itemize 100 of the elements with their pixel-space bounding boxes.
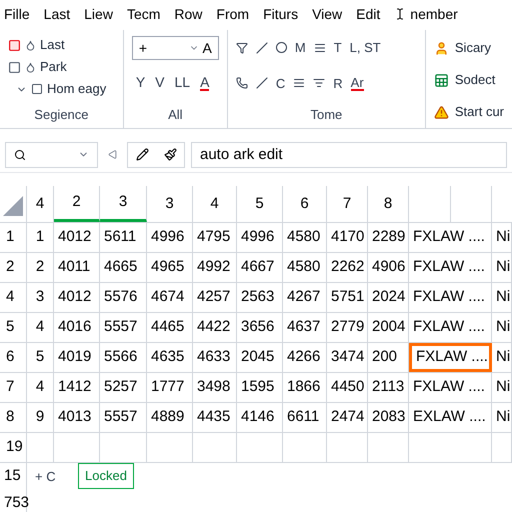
table-cell: 4012 <box>54 283 100 312</box>
table-cell: 4674 <box>147 283 193 312</box>
menu-item[interactable]: nember <box>410 4 458 24</box>
table-cell: 6611 <box>283 403 327 432</box>
table-cell: Ni <box>492 253 512 282</box>
table-cell: 4992 <box>193 253 237 282</box>
ribbon-item[interactable]: Park <box>40 57 67 77</box>
format-button[interactable]: LL <box>174 72 190 93</box>
drop-icon <box>25 40 36 50</box>
row-header[interactable]: 8 <box>0 403 27 432</box>
pencil-icon[interactable] <box>136 148 148 161</box>
formula-field[interactable]: auto ark edit <box>191 142 507 168</box>
column-header[interactable]: 6 <box>283 186 327 222</box>
tool-button[interactable]: T <box>334 38 342 58</box>
slash-icon[interactable] <box>256 77 268 90</box>
table-cell: 2779 <box>327 313 368 342</box>
ribbon-item[interactable]: Start cur <box>454 102 504 122</box>
ribbon-item[interactable]: Last <box>40 35 65 55</box>
row-header[interactable]: 5 <box>0 313 27 342</box>
table-cell: 4996 <box>147 223 193 252</box>
table-cell: 3656 <box>237 313 283 342</box>
table-cell: FXLAW .... <box>409 313 492 342</box>
row-header[interactable]: 753 <box>0 490 27 512</box>
square-icon <box>8 38 21 52</box>
table-cell: 2563 <box>237 283 283 312</box>
menu-item[interactable]: Fiturs <box>263 4 298 24</box>
menu-item[interactable]: View <box>312 4 342 24</box>
ribbon-item[interactable]: Sodect <box>454 70 496 90</box>
format-button[interactable]: Y <box>136 72 146 93</box>
row-header[interactable]: 15 <box>0 463 27 490</box>
table-cell: 4450 <box>327 373 368 402</box>
row-header[interactable]: 19 <box>0 433 27 462</box>
column-header[interactable]: 3 <box>147 186 193 222</box>
table-cell: Ni <box>492 223 512 252</box>
ribbon-item[interactable]: Hom eagy <box>47 79 106 99</box>
select-all-corner[interactable] <box>3 196 23 216</box>
table-cell: 1777 <box>147 373 193 402</box>
column-header[interactable]: 5 <box>237 186 283 222</box>
row-header[interactable]: 4 <box>0 283 27 312</box>
table-cell: FXLAW .... <box>409 253 492 282</box>
menu-item[interactable]: Tecm <box>126 4 160 24</box>
ribbon-item[interactable]: Sicary <box>454 38 492 58</box>
row-header[interactable]: 6 <box>0 343 27 372</box>
brush-icon[interactable] <box>164 148 176 161</box>
tool-button[interactable]: L, ST <box>350 38 381 58</box>
person-icon <box>434 40 449 56</box>
table-cell: FXLAW .... <box>409 343 492 372</box>
column-header[interactable]: 7 <box>327 186 368 222</box>
row-header[interactable]: 2 <box>0 253 27 282</box>
table-cell: Ni <box>492 403 512 432</box>
menu-item[interactable]: Last <box>44 4 70 24</box>
format-button[interactable]: V <box>155 72 165 93</box>
table-cell: FXLAW .... <box>409 283 492 312</box>
table-cell: 3 <box>27 283 54 312</box>
filter-icon[interactable] <box>236 42 248 54</box>
left-triangle-icon[interactable] <box>108 150 117 159</box>
square-icon <box>31 83 43 95</box>
tool-button[interactable]: Ar <box>350 76 364 91</box>
edit-tools[interactable] <box>127 142 185 168</box>
list-icon[interactable] <box>293 77 306 90</box>
table-cell: 4965 <box>147 253 193 282</box>
table-cell: 4267 <box>283 283 327 312</box>
table-cell: 4795 <box>193 223 237 252</box>
menu-item[interactable]: Fille <box>4 4 30 24</box>
menu-item[interactable]: From <box>216 4 250 24</box>
tool-button[interactable]: M <box>294 38 306 58</box>
phone-icon[interactable] <box>236 77 248 90</box>
tool-button[interactable]: R <box>333 74 343 93</box>
table-cell: 2289 <box>368 223 409 252</box>
row-header[interactable]: 1 <box>0 223 27 252</box>
menu-item[interactable]: Edit <box>356 4 380 24</box>
slash-icon[interactable] <box>256 42 268 54</box>
list-icon[interactable] <box>314 42 326 54</box>
column-header[interactable]: 3 <box>100 186 147 222</box>
menu-item[interactable]: Row <box>174 4 202 24</box>
table-cell: 1412 <box>54 373 100 402</box>
sheet-icon <box>434 72 449 88</box>
font-field[interactable]: + A <box>132 36 219 60</box>
table-cell: 4013 <box>54 403 100 432</box>
table-cell: 2474 <box>327 403 368 432</box>
list-icon[interactable] <box>313 77 326 90</box>
search-icon <box>14 148 26 160</box>
menu-item[interactable]: Liew <box>84 4 113 24</box>
table-cell: 4170 <box>327 223 368 252</box>
column-header[interactable]: 4 <box>27 186 54 222</box>
column-header[interactable]: 8 <box>368 186 409 222</box>
drop-icon <box>25 62 36 72</box>
table-cell: 2004 <box>368 313 409 342</box>
table-cell: 4435 <box>193 403 237 432</box>
row-header[interactable]: 7 <box>0 373 27 402</box>
table-cell: 4635 <box>147 343 193 372</box>
format-button[interactable]: A <box>200 74 210 90</box>
table-cell: 4146 <box>237 403 283 432</box>
table-cell: 4665 <box>100 253 147 282</box>
column-header[interactable]: 4 <box>193 186 237 222</box>
group-label: Segience <box>33 106 90 124</box>
table-cell: 4906 <box>368 253 409 282</box>
table-cell: 2 <box>27 253 54 282</box>
column-header[interactable]: 2 <box>54 186 100 222</box>
tool-button[interactable]: C <box>276 74 286 93</box>
